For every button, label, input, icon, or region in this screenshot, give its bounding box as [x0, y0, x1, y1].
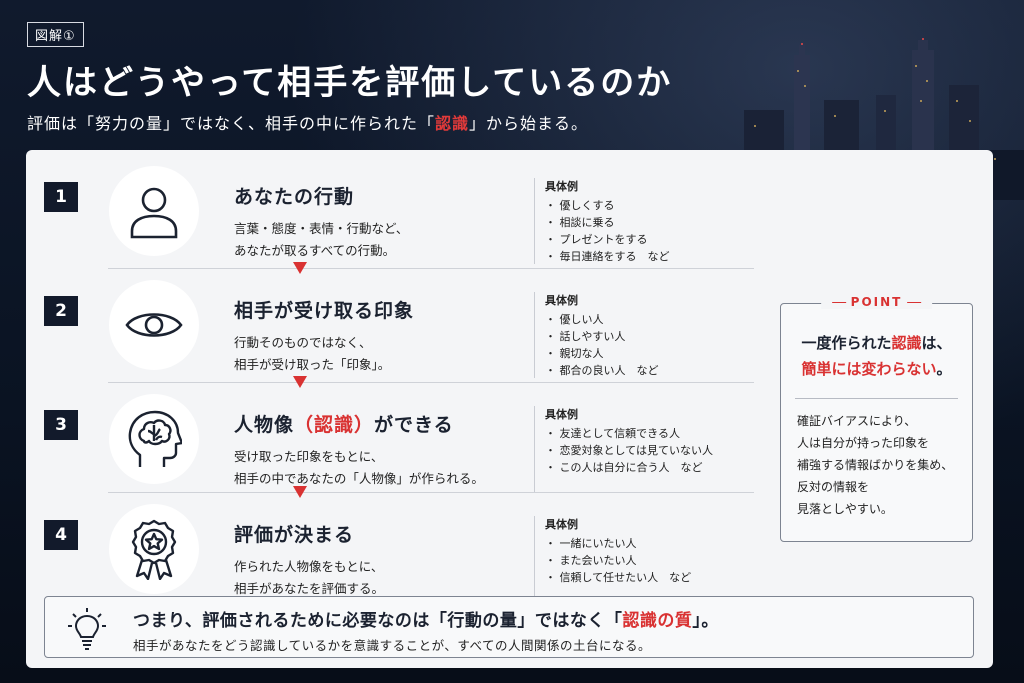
step-divider [108, 382, 754, 383]
step-heading: あなたの行動 [234, 186, 355, 208]
down-arrow-icon [293, 486, 307, 498]
point-highlight: 認識 [891, 334, 922, 352]
point-body-line: 確証バイアスにより、 [797, 414, 917, 428]
example-item: 優しい人 [545, 311, 659, 328]
page-title: 人はどうやって相手を評価しているのか [27, 63, 673, 103]
point-body-line: 補強する情報ばかりを集め、 [797, 458, 954, 472]
step-heading: 人物像（認識）ができる [234, 410, 454, 437]
step-icon-circle [109, 166, 199, 256]
example-item: この人は自分に合う人 など [545, 459, 713, 476]
example-item: 毎日連絡をする など [545, 248, 670, 265]
heading-text: 人物像 [234, 414, 295, 436]
step-number: 3 [44, 410, 78, 440]
lightbulb-icon [68, 608, 106, 650]
example-item: 話しやすい人 [545, 328, 659, 345]
step-number: 1 [44, 182, 78, 212]
page-subtitle: 評価は「努力の量」ではなく、相手の中に作られた「認識」から始まる。 [27, 110, 588, 134]
desc-line: 相手の中であなたの「人物像」が作られる。 [234, 471, 484, 486]
step-icon-circle [109, 504, 199, 594]
point-highlight: 簡単には変わらない [801, 360, 937, 378]
subtitle-highlight: 認識 [435, 114, 470, 133]
step-divider [108, 268, 754, 269]
example-item: 一緒にいたい人 [545, 535, 691, 552]
example-item: 信頼して任せたい人 など [545, 569, 692, 586]
step-description: 行動そのものではなく、 相手が受け取った「印象」。 [234, 332, 390, 376]
summary-highlight: 認識の質 [622, 611, 693, 631]
point-divider [795, 398, 958, 399]
desc-line: 受け取った印象をもとに、 [234, 449, 384, 464]
examples-title: 具体例 [545, 518, 578, 531]
desc-line: 言葉・態度・表情・行動など、 [234, 221, 409, 236]
point-heading: 一度作られた認識は、 簡単には変わらない。 [781, 330, 972, 382]
brain-head-icon [128, 410, 182, 467]
point-body-line: 人は自分が持った印象を [797, 436, 930, 450]
award-ribbon-icon [131, 519, 177, 580]
step-description: 受け取った印象をもとに、 相手の中であなたの「人物像」が作られる。 [234, 446, 484, 490]
summary-headline: つまり、評価されるために必要なのは「行動の量」ではなく「認識の質」。 [133, 606, 719, 631]
content-card: 1 あなたの行動 言葉・態度・表情・行動など、 あなたが取るすべての行動。 具体… [26, 150, 993, 668]
eye-icon [125, 313, 183, 337]
step-number: 2 [44, 296, 78, 326]
desc-line: あなたが取るすべての行動。 [234, 243, 396, 258]
point-box: POINT 一度作られた認識は、 簡単には変わらない。 確証バイアスにより、 人… [780, 295, 973, 542]
step-heading: 相手が受け取る印象 [234, 300, 415, 322]
example-item: 友達として信頼できる人 [545, 425, 713, 442]
step-number: 4 [44, 520, 78, 550]
examples-title: 具体例 [545, 408, 578, 421]
down-arrow-icon [293, 376, 307, 388]
person-icon [130, 187, 178, 239]
examples-list: 具体例 優しくする 相談に乗る プレゼントをする 毎日連絡をする など [534, 178, 670, 264]
step-description: 作られた人物像をもとに、 相手があなたを評価する。 [234, 556, 384, 600]
example-item: また会いたい人 [545, 552, 691, 569]
subtitle-text: 評価は「努力の量」ではなく、相手の中に作られた「 [27, 114, 436, 133]
step-3: 3 人物像（認識）ができる 受け取った印象をもとに、 相手の中であなたの「人物像… [44, 388, 754, 500]
summary-box: つまり、評価されるために必要なのは「行動の量」ではなく「認識の質」。 相手があな… [44, 596, 974, 658]
point-text-end: 。 [936, 360, 952, 378]
example-item: 優しくする [545, 197, 670, 214]
point-body-line: 反対の情報を [797, 480, 870, 494]
heading-text-end: ができる [374, 414, 454, 436]
examples-title: 具体例 [545, 294, 578, 307]
step-4: 4 評価が決まる 作られた人物像をもとに、 相手があなたを評価する。 具体例 一… [44, 498, 754, 610]
example-item: 都合の良い人 など [545, 362, 659, 379]
point-text: 一度作られた [801, 334, 892, 352]
point-text-end: は、 [921, 334, 952, 352]
point-label: POINT [820, 295, 933, 309]
example-item: 相談に乗る [545, 214, 670, 231]
step-1: 1 あなたの行動 言葉・態度・表情・行動など、 あなたが取るすべての行動。 具体… [44, 160, 754, 272]
desc-line: 作られた人物像をもとに、 [234, 559, 384, 574]
step-description: 言葉・態度・表情・行動など、 あなたが取るすべての行動。 [234, 218, 408, 262]
step-2: 2 相手が受け取る印象 行動そのものではなく、 相手が受け取った「印象」。 具体… [44, 274, 754, 386]
down-arrow-icon [293, 262, 307, 274]
figure-tag: 図解① [27, 22, 84, 47]
summary-text: つまり、評価されるために必要なのは「行動の量」ではなく「 [133, 611, 623, 631]
point-body-line: 見落としやすい。 [797, 502, 893, 516]
desc-line: 行動そのものではなく、 [234, 335, 372, 350]
point-body: 確証バイアスにより、 人は自分が持った印象を 補強する情報ばかりを集め、 反対の… [797, 410, 953, 520]
subtitle-text-end: 」から始まる。 [469, 114, 589, 133]
example-item: 恋愛対象としては見ていない人 [545, 442, 713, 459]
examples-list: 具体例 一緒にいたい人 また会いたい人 信頼して任せたい人 など [534, 516, 691, 602]
step-heading: 評価が決まる [234, 524, 355, 546]
example-item: プレゼントをする [545, 231, 670, 248]
step-divider [108, 492, 754, 493]
summary-text-end: 」。 [692, 611, 719, 631]
examples-title: 具体例 [545, 180, 578, 193]
desc-line: 相手が受け取った「印象」。 [234, 357, 391, 372]
summary-subline: 相手があなたをどう認識しているかを意識することが、すべての人間関係の土台になる。 [133, 638, 652, 653]
example-item: 親切な人 [545, 345, 659, 362]
examples-list: 具体例 優しい人 話しやすい人 親切な人 都合の良い人 など [534, 292, 659, 378]
heading-highlight: （認識） [294, 414, 375, 436]
examples-list: 具体例 友達として信頼できる人 恋愛対象としては見ていない人 この人は自分に合う… [534, 406, 713, 492]
step-icon-circle [109, 394, 199, 484]
step-icon-circle [109, 280, 199, 370]
